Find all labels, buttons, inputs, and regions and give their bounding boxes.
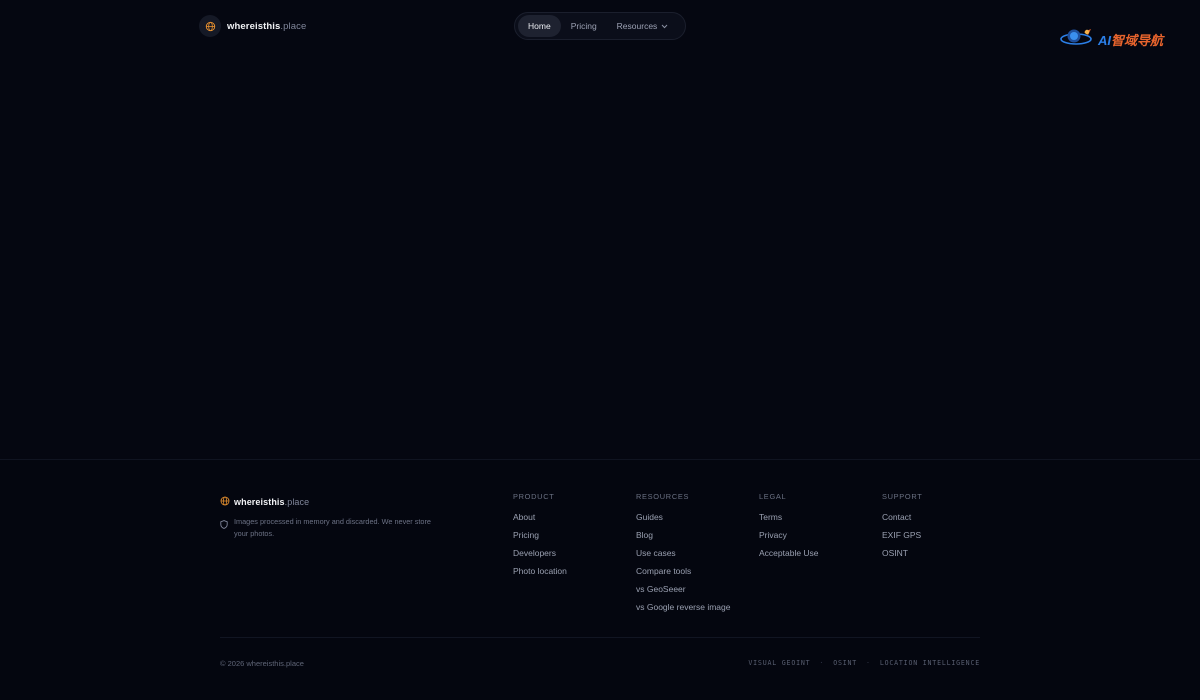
footer-col-product: PRODUCT About Pricing Developers Photo l… bbox=[513, 492, 567, 580]
footer-col-heading: LEGAL bbox=[759, 492, 787, 501]
privacy-note: Images processed in memory and discarded… bbox=[220, 516, 440, 540]
shield-icon bbox=[220, 516, 228, 534]
nav-resources-label: Resources bbox=[616, 21, 658, 31]
brand-logo[interactable]: whereisthis.place bbox=[199, 15, 306, 37]
tag-separator: · bbox=[819, 659, 825, 667]
nav-pricing[interactable]: Pricing bbox=[561, 15, 607, 37]
footer-link-vs-geoseeer[interactable]: vs GeoSeeer bbox=[636, 580, 731, 598]
brand-name: whereisthis.place bbox=[227, 20, 307, 32]
footer-col-support: SUPPORT Contact EXIF GPS OSINT bbox=[882, 492, 923, 562]
rocket-icon bbox=[1060, 26, 1094, 53]
globe-icon bbox=[220, 493, 230, 511]
globe-icon bbox=[199, 15, 221, 37]
footer-link-contact[interactable]: Contact bbox=[882, 508, 923, 526]
privacy-note-text: Images processed in memory and discarded… bbox=[234, 517, 431, 538]
footer-col-resources: RESOURCES Guides Blog Use cases Compare … bbox=[636, 492, 731, 616]
footer-col-legal: LEGAL Terms Privacy Acceptable Use bbox=[759, 492, 819, 562]
footer-brand-name: whereisthis.place bbox=[234, 497, 310, 507]
footer-link-terms[interactable]: Terms bbox=[759, 508, 819, 526]
tag-separator: · bbox=[866, 659, 871, 667]
footer-brand[interactable]: whereisthis.place bbox=[220, 493, 309, 511]
footer-link-use-cases[interactable]: Use cases bbox=[636, 544, 731, 562]
footer-link-blog[interactable]: Blog bbox=[636, 526, 731, 544]
footer-tags: VISUAL GEOINT · OSINT · LOCATION INTELLI… bbox=[748, 659, 980, 667]
footer-link-photo-location[interactable]: Photo location bbox=[513, 562, 567, 580]
footer-link-osint[interactable]: OSINT bbox=[882, 544, 923, 562]
footer-divider bbox=[220, 637, 980, 638]
footer-link-acceptable-use[interactable]: Acceptable Use bbox=[759, 544, 819, 562]
footer-col-heading: PRODUCT bbox=[513, 492, 555, 501]
footer-link-compare-tools[interactable]: Compare tools bbox=[636, 562, 731, 580]
ad-banner[interactable]: AI智域导航 bbox=[1060, 27, 1180, 51]
footer-link-exif-gps[interactable]: EXIF GPS bbox=[882, 526, 923, 544]
footer-link-pricing[interactable]: Pricing bbox=[513, 526, 567, 544]
footer-tag: VISUAL GEOINT bbox=[748, 659, 811, 667]
footer-link-vs-google-reverse-image[interactable]: vs Google reverse image bbox=[636, 598, 731, 616]
footer-link-developers[interactable]: Developers bbox=[513, 544, 567, 562]
footer-link-privacy[interactable]: Privacy bbox=[759, 526, 819, 544]
nav-home[interactable]: Home bbox=[518, 15, 561, 37]
footer-tag: LOCATION INTELLIGENCE bbox=[879, 659, 980, 667]
footer-col-heading: SUPPORT bbox=[882, 492, 923, 501]
nav-resources[interactable]: Resources bbox=[607, 15, 679, 37]
chevron-down-icon bbox=[661, 24, 668, 29]
copyright: © 2026 whereisthis.place bbox=[220, 659, 304, 668]
site-footer: whereisthis.place Images processed in me… bbox=[0, 459, 1200, 700]
page: whereisthis.place Home Pricing Resources… bbox=[0, 0, 1200, 700]
footer-link-guides[interactable]: Guides bbox=[636, 508, 731, 526]
footer-link-about[interactable]: About bbox=[513, 508, 567, 526]
footer-col-heading: RESOURCES bbox=[636, 492, 690, 501]
ad-banner-text: AI智域导航 bbox=[1098, 32, 1164, 48]
main-nav: Home Pricing Resources bbox=[514, 12, 686, 40]
footer-tag: OSINT bbox=[833, 659, 858, 667]
